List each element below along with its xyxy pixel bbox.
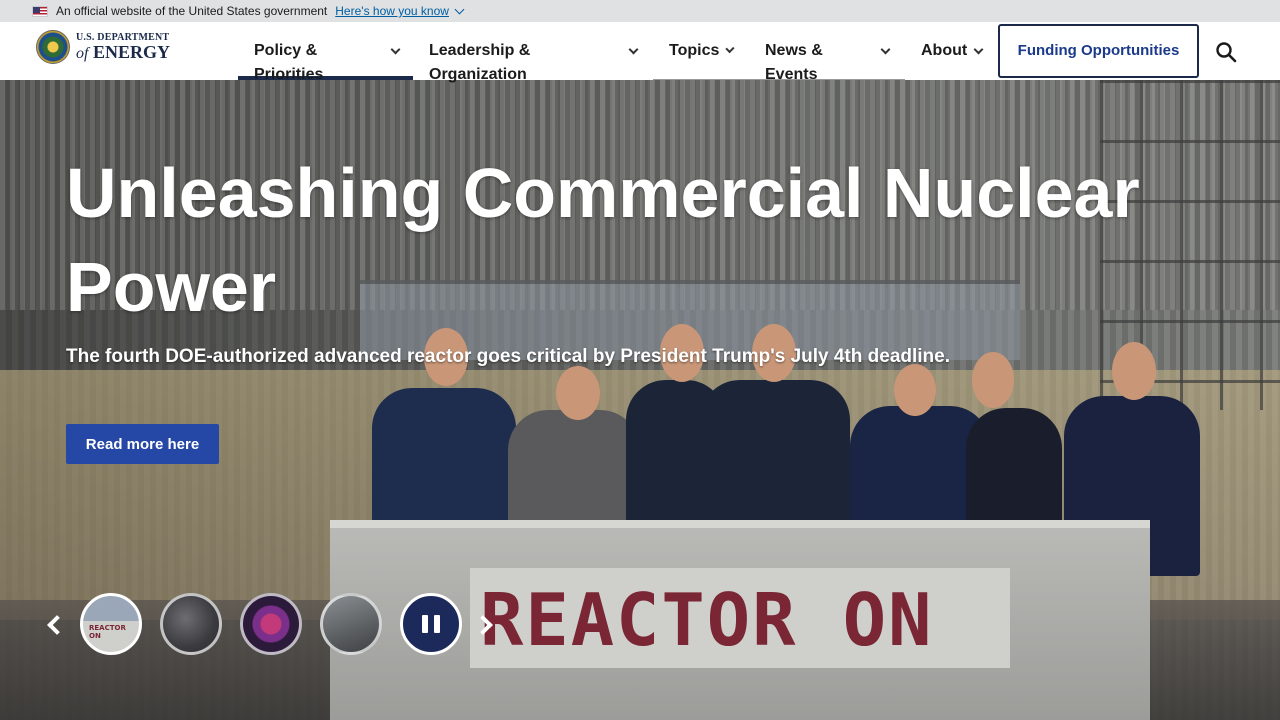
hero-image-person-head <box>1112 342 1156 400</box>
carousel-next-button[interactable] <box>473 614 498 636</box>
heres-how-you-know-label: Here's how you know <box>335 4 449 18</box>
chevron-down-icon <box>880 44 891 55</box>
nav-topics[interactable]: Topics <box>653 22 749 80</box>
us-flag-icon <box>32 5 48 17</box>
gov-banner-text: An official website of the United States… <box>56 4 328 18</box>
carousel-prev-button[interactable] <box>44 614 67 636</box>
nav-policy-priorities[interactable]: Policy & Priorities <box>238 22 413 83</box>
nav-leadership-organization[interactable]: Leadership & Organization <box>413 22 653 83</box>
heres-how-you-know-link[interactable]: Here's how you know <box>335 4 465 18</box>
chevron-down-icon <box>390 44 401 55</box>
chevron-right-icon <box>473 615 493 635</box>
chevron-down-icon <box>628 44 639 55</box>
chevron-down-icon <box>454 4 465 14</box>
gov-banner: An official website of the United States… <box>0 0 1280 22</box>
carousel-thumb-3[interactable] <box>240 593 302 655</box>
hero-image-person-head <box>894 364 936 416</box>
search-button[interactable] <box>1214 40 1238 64</box>
doe-seal-icon <box>36 30 70 64</box>
logo-energy-word: ENERGY <box>92 41 170 62</box>
reactor-on-sign-text: REACTOR ON <box>480 578 934 662</box>
doe-logo[interactable]: U.S. DEPARTMENT of ENERGY <box>36 30 170 64</box>
nav-policy-priorities-label: Policy & Priorities <box>254 42 324 83</box>
carousel-thumb-1[interactable]: REACTOR ON <box>80 593 142 655</box>
nav-about[interactable]: About <box>905 22 997 80</box>
logo-text: U.S. DEPARTMENT of ENERGY <box>76 32 170 62</box>
hero-image-person-head <box>556 366 600 420</box>
search-icon <box>1216 42 1237 63</box>
site-header: U.S. DEPARTMENT of ENERGY Policy & Prior… <box>0 22 1280 83</box>
carousel-thumb-2[interactable] <box>160 593 222 655</box>
nav-topics-label: Topics <box>669 41 720 59</box>
nav-news-events-label: News & Events <box>765 42 823 83</box>
chevron-left-icon <box>47 615 67 635</box>
hero-image-person-head <box>972 352 1014 408</box>
hero-carousel: REACTOR ON Unleashing Commercial Nuclear… <box>0 80 1280 720</box>
carousel-thumb-4[interactable] <box>320 593 382 655</box>
logo-energy: of ENERGY <box>76 43 170 62</box>
hero-title: Unleashing Commercial Nuclear Power <box>66 154 1140 326</box>
funding-opportunities-button[interactable]: Funding Opportunities <box>998 24 1199 78</box>
hero-subtitle: The fourth DOE-authorized advanced react… <box>66 346 951 367</box>
nav-about-label: About <box>921 42 968 59</box>
read-more-button[interactable]: Read more here <box>66 424 219 464</box>
chevron-down-icon <box>973 44 984 54</box>
nav-leadership-organization-label: Leadership & Organization <box>429 42 531 83</box>
carousel-pause-button[interactable] <box>400 593 462 655</box>
logo-of: of <box>76 44 89 62</box>
chevron-down-icon <box>725 44 735 53</box>
carousel-thumb-1-text: REACTOR ON <box>89 624 126 640</box>
nav-news-events[interactable]: News & Events <box>749 22 905 83</box>
